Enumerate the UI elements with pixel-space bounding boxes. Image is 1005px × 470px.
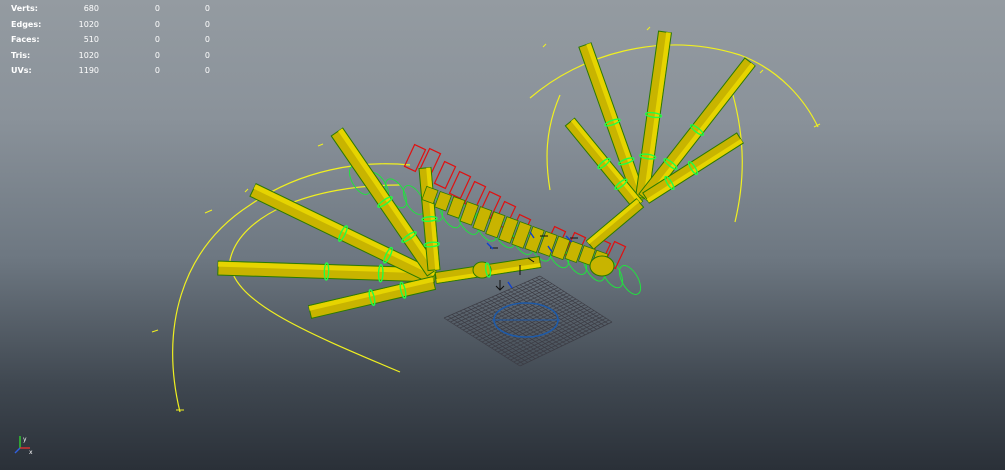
ground-grid [443,275,613,367]
hud-label: Verts: [11,4,38,13]
ik-control[interactable] [448,170,472,200]
right-wing-curve-left [546,94,561,191]
hud-label: Faces: [11,35,40,44]
hud-row: Faces: 510 0 0 [11,32,211,48]
hud-v1: 680 [83,4,99,13]
hud-v3: 0 [204,35,210,44]
hud-v3: 0 [204,50,210,60]
hud-v1: 1190 [78,66,99,75]
hud-v3: 0 [204,19,210,29]
ik-control[interactable] [403,143,427,173]
hud-v2: 0 [154,35,160,44]
fk-control-loop[interactable] [615,262,645,298]
hud-v3: 0 [204,66,210,75]
right-wing-curve-down [732,94,743,223]
ik-control[interactable] [433,160,457,190]
hud-v2: 0 [154,50,160,60]
hud-label: Edges: [11,19,42,29]
head-block[interactable] [589,255,615,277]
hud-label: UVs: [11,66,32,75]
axis-indicator-icon: y x [14,436,33,456]
hud-v3: 0 [204,4,210,13]
hud-row: Edges: 1020 0 0 [11,17,211,33]
hud-row: Tris: 1020 0 0 [11,48,211,64]
hud-v2: 0 [154,66,160,75]
hud-v1: 1020 [78,19,99,29]
hud-v1: 1020 [78,50,99,60]
axis-x-label: x [29,449,33,456]
hud-label: Tris: [11,50,31,60]
wing-bone-highlight [586,199,640,245]
right-wing-curve-arc [529,44,819,128]
hud-v2: 0 [154,19,160,29]
hud-row: Verts: 680 0 0 [11,1,211,17]
hud-v2: 0 [154,4,160,13]
poly-count-hud: Verts: 680 0 0 Edges: 1020 0 0 Faces: 510 0 0 Tris: 1… [11,1,211,79]
hud-v1: 510 [83,35,99,44]
hud-row: UVs: 1190 0 0 [11,63,211,79]
axis-y-label: y [23,436,27,443]
spine-segment[interactable] [434,190,453,212]
